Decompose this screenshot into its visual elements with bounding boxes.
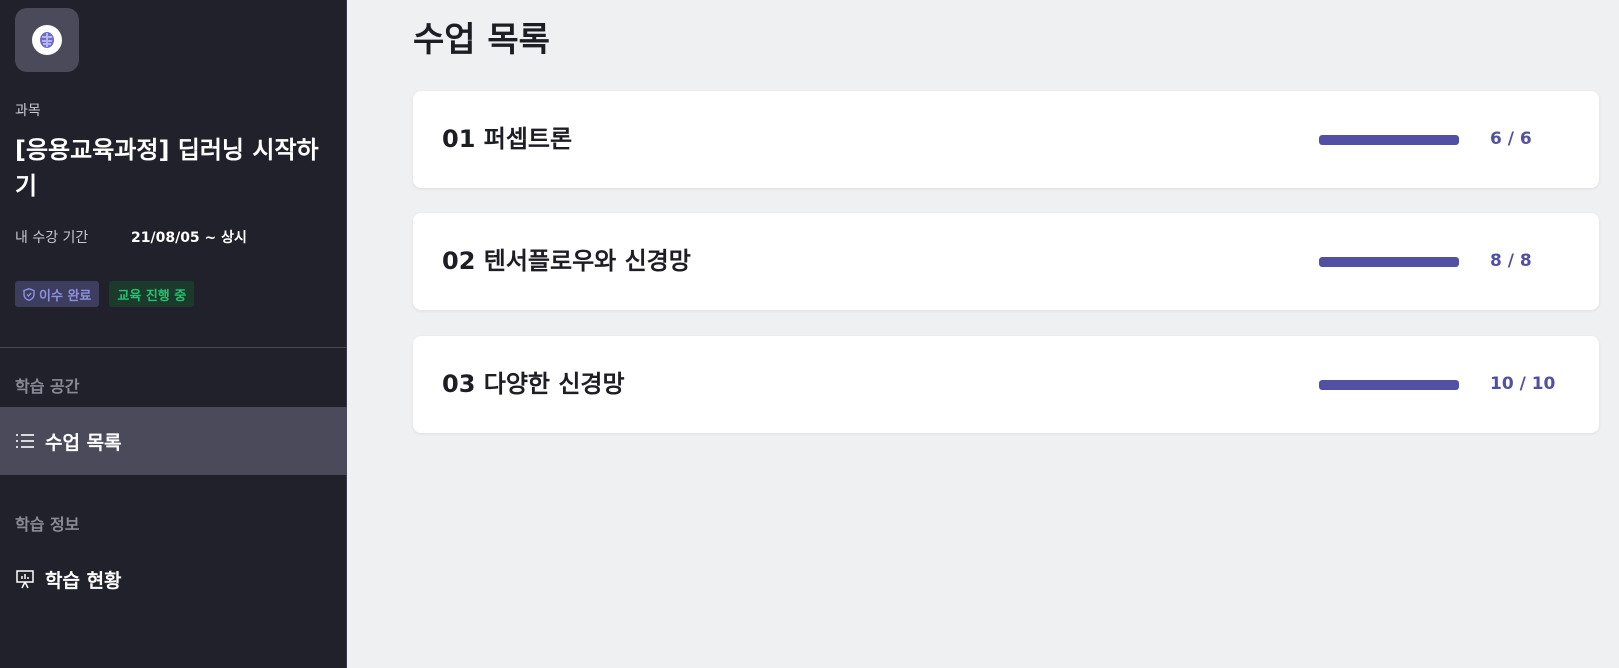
course-label: 과목 [15, 103, 41, 119]
lesson-title: 03 다양한 신경망 [442, 370, 625, 398]
sidebar: 과목 [응용교육과정] 딥러닝 시작하기 내 수강 기간 21/08/05 ~ … [0, 0, 347, 668]
course-logo [15, 8, 79, 72]
lesson-progress-bar [1319, 380, 1459, 390]
lesson-progress-fill [1319, 380, 1459, 390]
lesson-progress-text: 8 / 8 [1490, 251, 1532, 271]
period-label: 내 수강 기간 [15, 230, 89, 246]
list-icon [15, 431, 35, 451]
sidebar-item-label: 학습 현황 [45, 569, 122, 592]
lesson-progress-fill [1319, 257, 1459, 267]
in-progress-badge-label: 교육 진행 중 [117, 288, 187, 304]
status-badges: 이수 완료 교육 진행 중 [15, 281, 195, 307]
in-progress-badge: 교육 진행 중 [109, 281, 195, 307]
sidebar-item-learning-status[interactable]: 학습 현황 [0, 545, 347, 613]
sidebar-item-lesson-list[interactable]: 수업 목록 [0, 407, 347, 475]
lesson-progress-text: 10 / 10 [1490, 374, 1556, 394]
section-label-learning-info: 학습 정보 [15, 515, 80, 534]
completion-badge: 이수 완료 [15, 281, 100, 307]
presentation-icon [15, 569, 35, 589]
lesson-title: 02 텐서플로우와 신경망 [442, 247, 691, 275]
lesson-card-02[interactable]: 02 텐서플로우와 신경망 8 / 8 [413, 213, 1599, 310]
section-label-learning-space: 학습 공간 [15, 377, 80, 396]
course-title: [응용교육과정] 딥러닝 시작하기 [15, 136, 319, 200]
shield-icon [23, 287, 35, 301]
brain-icon [40, 32, 54, 48]
lesson-card-01[interactable]: 01 퍼셉트론 6 / 6 [413, 91, 1599, 188]
lesson-progress-fill [1319, 135, 1459, 145]
lesson-progress-bar [1319, 257, 1459, 267]
lesson-progress-bar [1319, 135, 1459, 145]
lesson-card-03[interactable]: 03 다양한 신경망 10 / 10 [413, 336, 1599, 433]
lesson-title: 01 퍼셉트론 [442, 125, 573, 153]
completion-badge-label: 이수 완료 [39, 288, 92, 304]
lesson-progress-text: 6 / 6 [1490, 129, 1532, 149]
sidebar-item-label: 수업 목록 [45, 431, 122, 454]
page-title: 수업 목록 [413, 20, 550, 60]
period-value: 21/08/05 ~ 상시 [131, 230, 247, 246]
sidebar-divider [0, 347, 347, 348]
